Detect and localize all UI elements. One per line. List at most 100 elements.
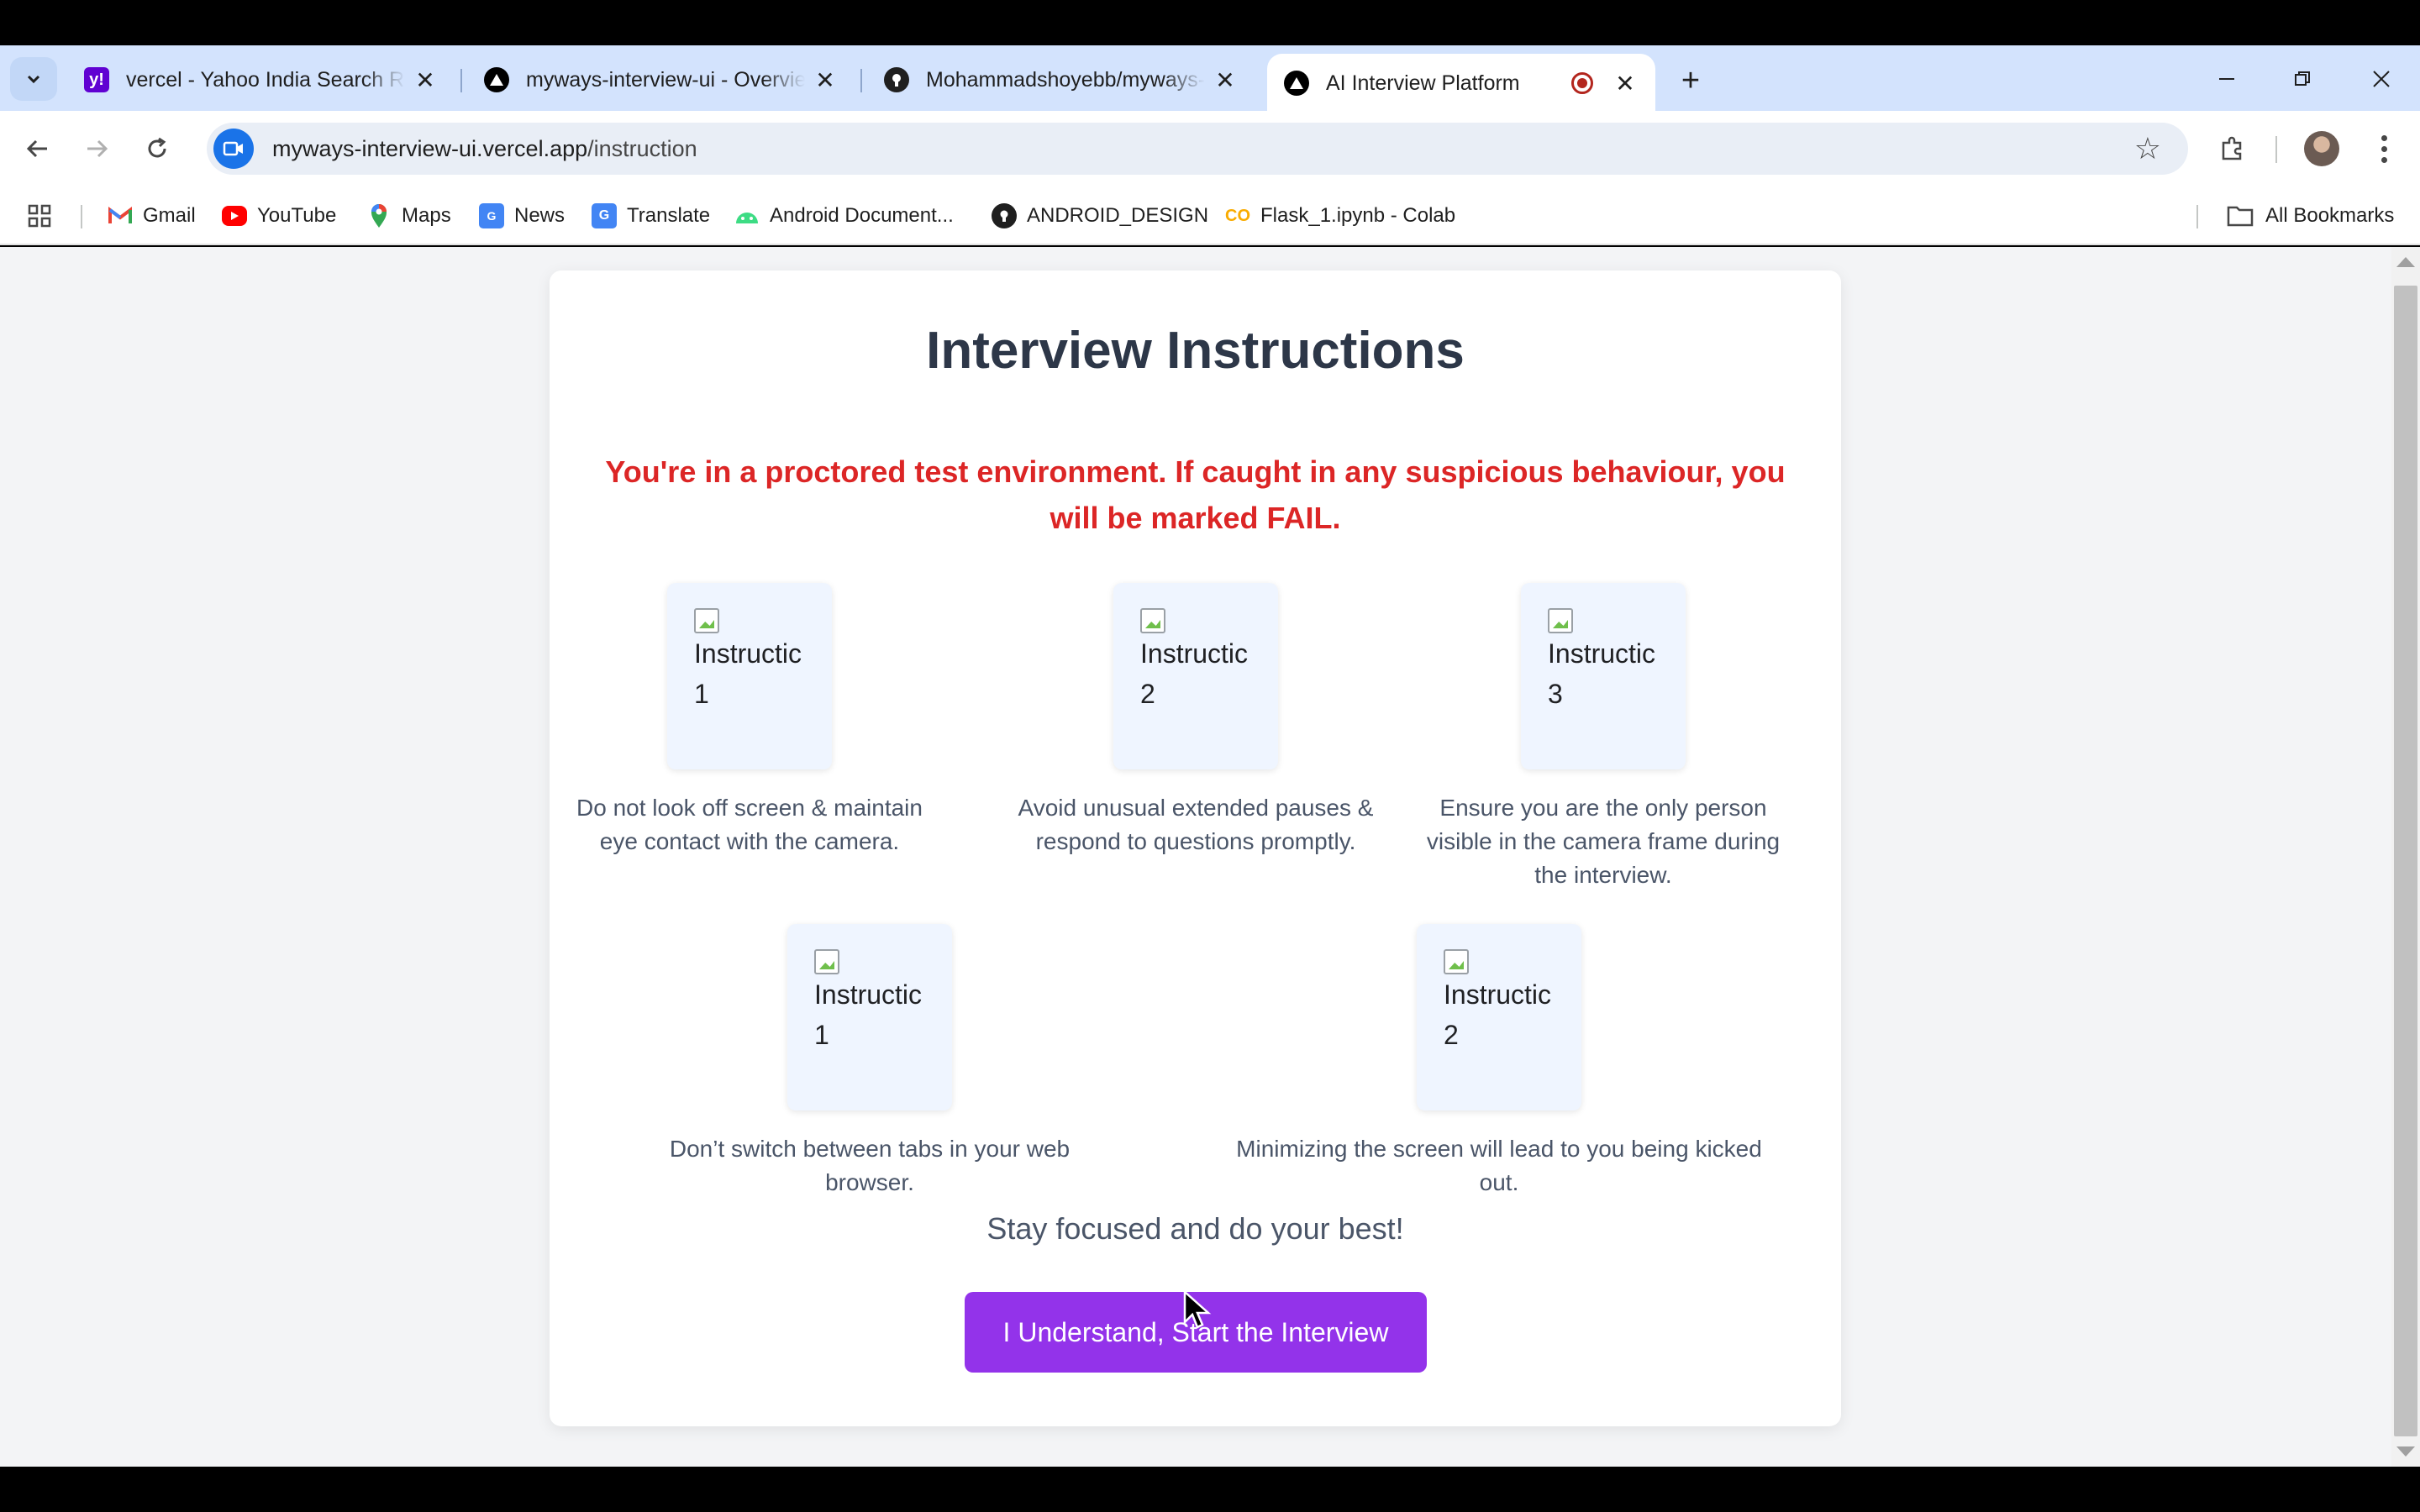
scrollbar-thumb[interactable]: [2394, 286, 2417, 1436]
tab-yahoo-search[interactable]: y! vercel - Yahoo India Search Results ✕: [67, 54, 455, 106]
all-bookmarks-button[interactable]: All Bookmarks: [2227, 200, 2394, 232]
page-viewport: Interview Instructions You're in a proct…: [0, 247, 2420, 1467]
instruction-item: Instructic 1 Do not look off screen & ma…: [556, 583, 943, 858]
image-alt-text: Instructic: [1548, 638, 1656, 669]
reload-button[interactable]: [136, 128, 178, 170]
bookmark-label: ANDROID_DESIGN: [1027, 204, 1209, 227]
tab-ai-interview-platform[interactable]: AI Interview Platform ✕: [1267, 54, 1655, 113]
more-menu-icon[interactable]: [2371, 128, 2396, 170]
bookmark-maps[interactable]: Maps: [366, 200, 451, 232]
arrow-left-icon: [26, 139, 47, 158]
github-icon: [884, 67, 909, 92]
instruction-image: Instructic 3: [1521, 583, 1686, 769]
instruction-caption: Ensure you are the only person visible i…: [1426, 795, 1781, 888]
yahoo-icon: y!: [84, 67, 109, 92]
instruction-item: Instructic 2 Avoid unusual extended paus…: [1002, 583, 1389, 858]
bookmarks-bar: Gmail YouTube Maps G News G Translate An…: [0, 186, 2420, 245]
image-alt-text: 1: [694, 679, 709, 709]
close-window-button[interactable]: [2358, 59, 2405, 99]
bookmark-divider: [2196, 205, 2198, 228]
broken-image-icon: [1548, 608, 1573, 633]
scroll-up-arrow[interactable]: [2396, 257, 2415, 267]
restore-icon: [2295, 71, 2310, 86]
bookmark-label: Android Document...: [770, 204, 954, 227]
bookmark-label: News: [514, 204, 566, 227]
image-alt-text: 2: [1140, 679, 1155, 709]
browser-toolbar: myways-interview-ui.vercel.app/instructi…: [0, 111, 2420, 186]
chevron-down-icon: [27, 75, 40, 84]
instruction-caption: Do not look off screen & maintain eye co…: [576, 795, 923, 854]
gmail-icon: [108, 203, 133, 228]
close-icon[interactable]: ✕: [1612, 70, 1639, 97]
tab-title: myways-interview-ui - Overview: [526, 67, 805, 92]
tab-title: Mohammadshoyebb/myways-interview-ui: [926, 67, 1205, 92]
url-text[interactable]: myways-interview-ui.vercel.app/instructi…: [272, 136, 697, 162]
instruction-image: Instructic 1: [787, 924, 952, 1110]
forward-button[interactable]: [76, 128, 118, 170]
tab-vercel-overview[interactable]: myways-interview-ui - Overview ✕: [467, 54, 855, 106]
scroll-down-arrow[interactable]: [2396, 1446, 2415, 1457]
image-alt-text: Instructic: [814, 979, 923, 1010]
proctoring-warning: You're in a proctored test environment. …: [605, 454, 1786, 535]
arrow-right-icon: [87, 139, 108, 158]
bookmark-colab[interactable]: CO Flask_1.ipynb - Colab: [1225, 200, 1455, 232]
close-icon[interactable]: ✕: [1212, 66, 1239, 93]
bookmark-gmail[interactable]: Gmail: [108, 200, 196, 232]
image-alt-text: Instructic: [1444, 979, 1552, 1010]
instruction-item: Instructic 1 Don’t switch between tabs i…: [626, 924, 1113, 1200]
bookmark-youtube[interactable]: YouTube: [222, 200, 336, 232]
close-icon[interactable]: ✕: [812, 66, 839, 93]
bookmark-android-docs[interactable]: Android Document...: [734, 200, 954, 232]
url-path: /instruction: [587, 135, 697, 161]
instruction-caption: Minimizing the screen will lead to you b…: [1236, 1136, 1762, 1195]
instruction-caption: Don’t switch between tabs in your web br…: [669, 1136, 1071, 1195]
bookmark-label: Gmail: [143, 204, 196, 227]
tab-search-button[interactable]: [10, 57, 57, 101]
restore-button[interactable]: [2279, 59, 2326, 99]
instruction-image: Instructic 2: [1113, 583, 1278, 769]
broken-image-icon: [814, 949, 839, 974]
tab-divider: [860, 69, 862, 92]
image-alt-text: 2: [1444, 1020, 1459, 1050]
screen-bottom-border: [0, 1467, 2420, 1512]
screen-top-border: [0, 0, 2420, 45]
broken-image-icon: [1140, 608, 1165, 633]
toolbar-divider: [2275, 136, 2277, 163]
tab-divider: [460, 69, 462, 92]
folder-icon: [2227, 206, 2254, 227]
tab-title: vercel - Yahoo India Search Results: [126, 67, 405, 92]
bookmark-star-icon[interactable]: ☆: [2134, 131, 2161, 166]
address-bar[interactable]: myways-interview-ui.vercel.app/instructi…: [207, 123, 2188, 175]
bookmark-label: YouTube: [257, 204, 337, 227]
bookmark-label: Flask_1.ipynb - Colab: [1260, 204, 1456, 227]
puzzle-icon: [2222, 136, 2242, 160]
news-icon: G: [479, 203, 504, 228]
instruction-image: Instructic 2: [1417, 924, 1581, 1110]
bookmark-news[interactable]: G News: [479, 200, 565, 232]
bookmark-android-design[interactable]: ANDROID_DESIGN: [992, 200, 1208, 232]
bookmark-label: Translate: [627, 204, 711, 227]
image-alt-text: Instructic: [694, 638, 802, 669]
image-alt-text: Instructic: [1140, 638, 1249, 669]
android-icon: [734, 203, 760, 228]
tab-github-repo[interactable]: Mohammadshoyebb/myways-interview-ui ✕: [867, 54, 1255, 106]
extensions-button[interactable]: [2212, 128, 2254, 170]
camera-icon[interactable]: [213, 129, 254, 169]
back-button[interactable]: [17, 128, 59, 170]
close-icon[interactable]: ✕: [412, 66, 439, 93]
bookmark-divider: [81, 205, 82, 228]
vercel-icon: [1284, 71, 1309, 96]
minimize-button[interactable]: [2203, 59, 2250, 99]
new-tab-button[interactable]: +: [1672, 62, 1709, 99]
reload-icon: [148, 137, 166, 158]
bookmark-translate[interactable]: G Translate: [592, 200, 710, 232]
maps-icon: [366, 203, 392, 228]
encouragement-text: Stay focused and do your best!: [986, 1211, 1404, 1246]
apps-button[interactable]: [27, 200, 52, 232]
bookmark-label: Maps: [402, 204, 451, 227]
vercel-icon: [484, 67, 509, 92]
mouse-cursor-icon: [1183, 1290, 1212, 1329]
image-alt-text: 3: [1548, 679, 1563, 709]
profile-avatar[interactable]: [2304, 131, 2339, 166]
instructions-card: Interview Instructions You're in a proct…: [550, 270, 1841, 1426]
